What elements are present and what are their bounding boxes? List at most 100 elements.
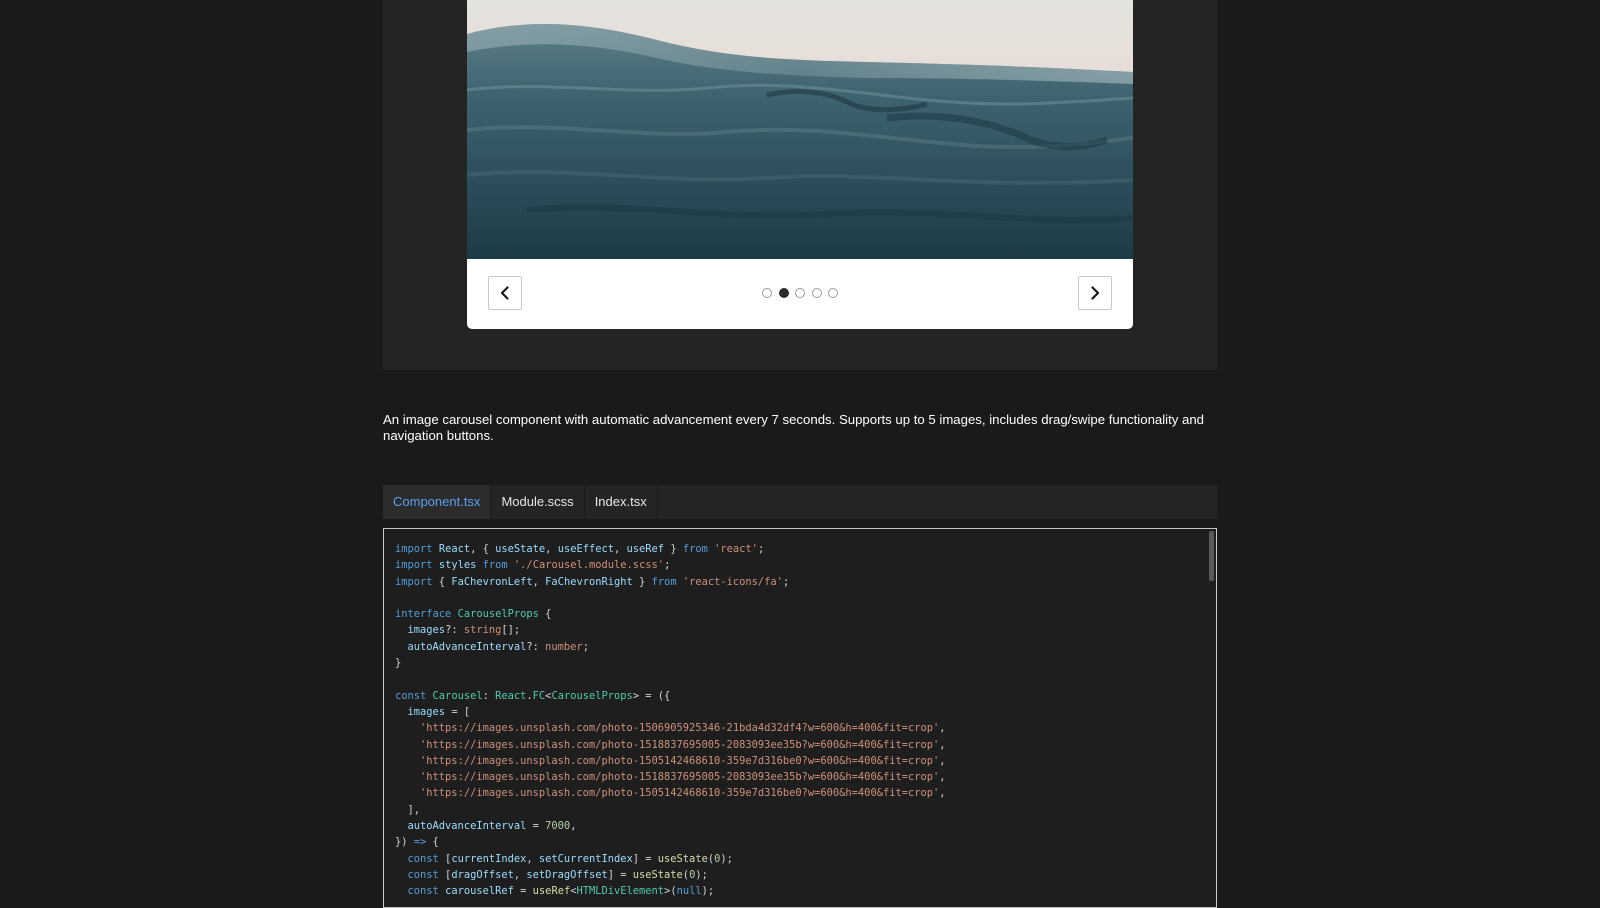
image-carousel[interactable]	[467, 0, 1133, 329]
code-viewer[interactable]: import React, { useState, useEffect, use…	[383, 528, 1217, 908]
carousel-slide-image[interactable]	[467, 0, 1133, 259]
code-line: autoAdvanceInterval = 7000,	[395, 818, 1205, 834]
code-token: import	[395, 559, 433, 572]
code-token: const	[407, 868, 439, 881]
code-token: from	[482, 559, 508, 572]
code-token: ,	[526, 852, 539, 865]
prev-button[interactable]	[488, 276, 522, 310]
carousel-dot-5[interactable]	[828, 288, 838, 298]
code-token: ],	[395, 803, 421, 816]
code-token: {	[432, 575, 452, 588]
tab-index-tsx[interactable]: Index.tsx	[585, 485, 658, 519]
code-token: > = ({	[632, 689, 671, 702]
code-token: 'react'	[714, 543, 758, 555]
code-token: null	[676, 885, 702, 898]
code-token: ,	[939, 787, 946, 800]
carousel-dot-4[interactable]	[811, 288, 822, 298]
code-token: dragOffset	[451, 868, 514, 881]
code-token: 7000	[545, 820, 571, 833]
ocean-image	[467, 0, 1133, 259]
carousel-dot-2[interactable]	[778, 288, 789, 298]
code-token: ,	[614, 543, 627, 555]
code-token: ;	[664, 559, 671, 572]
code-token: 'https://images.unsplash.com/photo-15069…	[420, 722, 940, 735]
code-token: FaChevronRight	[545, 575, 633, 588]
code-line: 'https://images.unsplash.com/photo-15051…	[395, 785, 1205, 801]
carousel-dot-3[interactable]	[795, 288, 805, 298]
code-token: =>	[413, 836, 427, 849]
code-token: {	[538, 608, 552, 621]
code-token: CarouselProps	[457, 608, 539, 621]
code-line: const carouselRef = useRef<HTMLDivElemen…	[395, 883, 1205, 899]
code-token: ,	[939, 738, 946, 751]
code-token: useRef	[626, 543, 665, 555]
code-line: images?: string[];	[395, 622, 1205, 638]
code-token: 'https://images.unsplash.com/photo-15051…	[420, 787, 940, 800]
code-token: setDragOffset	[526, 868, 608, 881]
code-token: ,	[939, 771, 946, 784]
code-content: import React, { useState, useEffect, use…	[384, 529, 1216, 907]
code-line: 'https://images.unsplash.com/photo-15188…	[395, 769, 1205, 785]
code-token: carouselRef	[445, 885, 514, 898]
code-token: );	[720, 852, 733, 865]
code-token: interface	[395, 608, 452, 621]
code-token: })	[395, 836, 414, 849]
code-token: Carousel	[432, 689, 483, 702]
code-scrollbar[interactable]	[1209, 531, 1214, 581]
carousel-dots	[762, 288, 838, 298]
code-token: autoAdvanceInterval	[407, 640, 527, 653]
code-token: string	[463, 624, 502, 637]
code-line: const [dragOffset, setDragOffset] = useS…	[395, 867, 1205, 883]
code-token: );	[701, 885, 715, 898]
code-token: autoAdvanceInterval	[407, 820, 527, 833]
code-line: interface CarouselProps {	[395, 606, 1205, 622]
code-token: useRef	[532, 885, 571, 898]
code-token: ?:	[526, 640, 546, 653]
code-line: const Carousel: React.FC<CarouselProps> …	[395, 688, 1205, 704]
code-line: 'https://images.unsplash.com/photo-15188…	[395, 737, 1205, 753]
code-token: ;	[782, 575, 790, 588]
next-button[interactable]	[1078, 276, 1112, 310]
code-token: ;	[757, 543, 765, 555]
code-token: ,	[939, 722, 946, 735]
chevron-right-icon	[1091, 286, 1100, 300]
code-token: useEffect	[557, 543, 614, 555]
code-token: 'https://images.unsplash.com/photo-15051…	[420, 754, 940, 767]
carousel-dot-1[interactable]	[762, 288, 772, 298]
code-token: [	[438, 852, 452, 865]
code-token: ,	[570, 820, 577, 833]
code-token: ] =	[607, 868, 633, 881]
code-token: React	[438, 543, 471, 555]
code-line: }	[395, 655, 1205, 671]
code-token: 'https://images.unsplash.com/photo-15188…	[420, 771, 940, 784]
code-token: React	[495, 689, 527, 702]
code-token: ] =	[632, 852, 658, 865]
preview-panel	[383, 0, 1217, 370]
tab-module-scss[interactable]: Module.scss	[491, 485, 585, 519]
code-token: const	[407, 852, 439, 865]
tab-component-tsx[interactable]: Component.tsx	[383, 485, 492, 519]
carousel-controls	[467, 259, 1133, 329]
code-line: import { FaChevronLeft, FaChevronRight }…	[395, 574, 1205, 590]
code-token: './Carousel.module.scss'	[513, 559, 665, 572]
code-token: ,	[513, 868, 527, 881]
code-token: ;	[582, 640, 589, 653]
code-line: images = [	[395, 704, 1205, 720]
code-token: ,	[939, 754, 946, 767]
code-token: = [	[445, 705, 471, 718]
code-token: 'react-icons/fa'	[682, 575, 783, 588]
code-token: }	[664, 543, 683, 555]
code-token: ,	[545, 543, 558, 555]
code-token: number	[545, 640, 583, 653]
code-token: useState	[495, 543, 546, 555]
code-token: CarouselProps	[551, 689, 633, 702]
code-token: const	[407, 885, 439, 898]
